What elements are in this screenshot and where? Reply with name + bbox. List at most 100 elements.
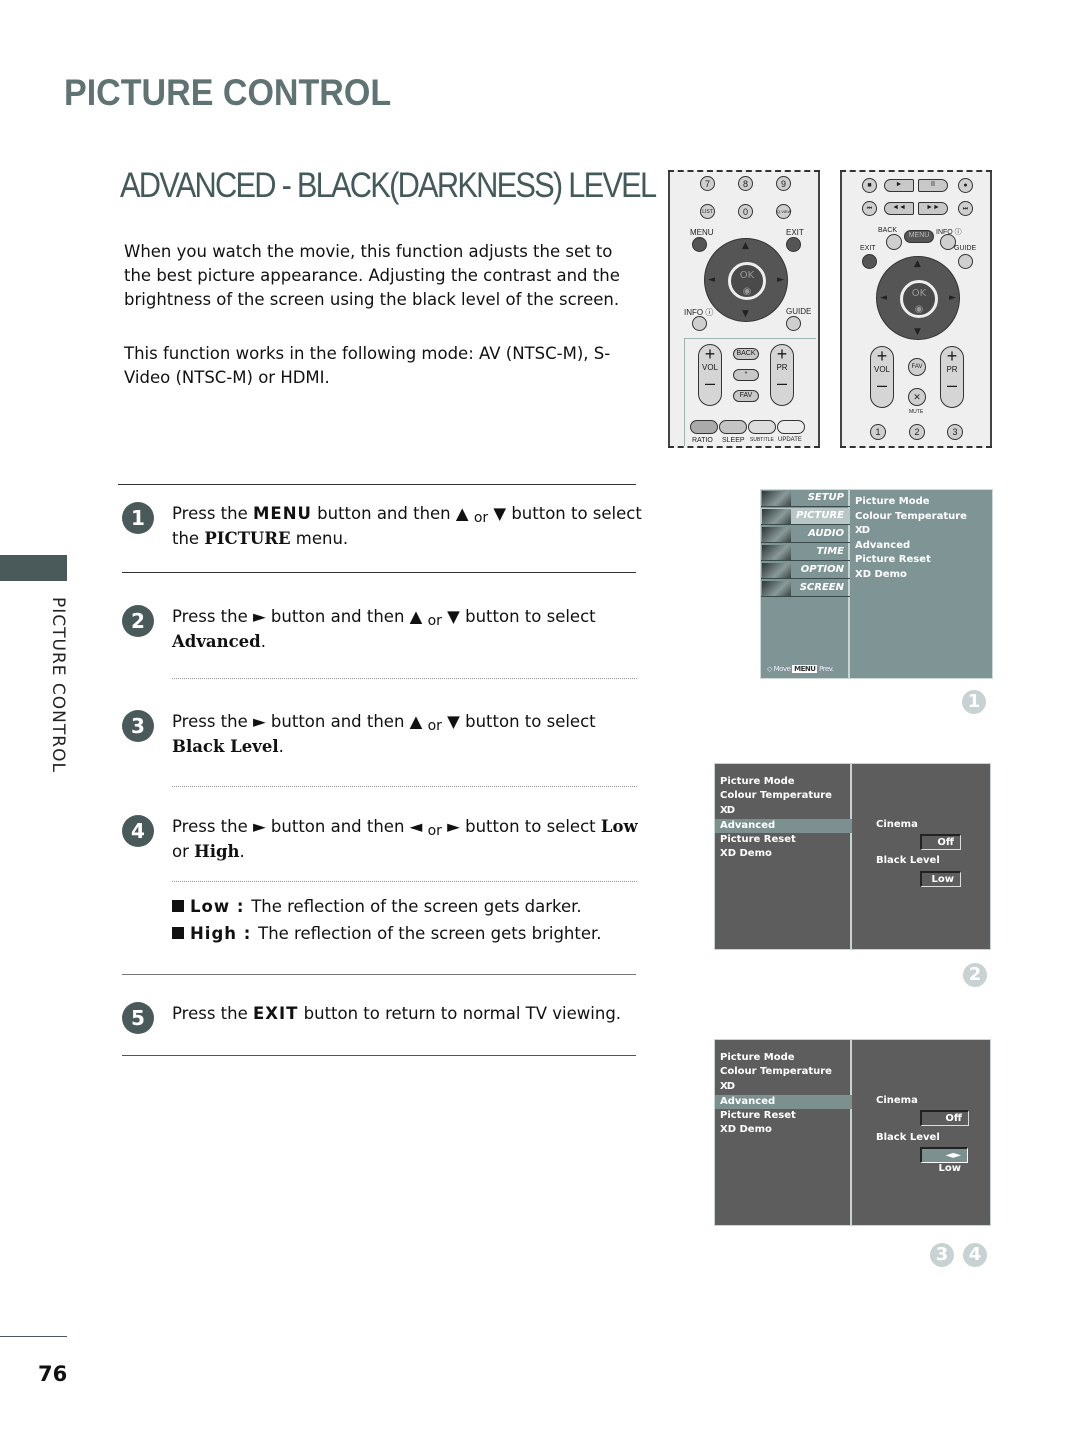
section-title: PICTURE CONTROL — [64, 72, 392, 113]
osd-menu-item-option[interactable]: OPTION — [761, 562, 850, 579]
submenu-item[interactable]: Advanced — [855, 539, 967, 554]
screen-thumbnail-icon — [762, 581, 791, 596]
exit-label: EXIT — [786, 228, 804, 237]
option-thumbnail-icon — [762, 563, 791, 578]
submenu-item-selected[interactable]: Advanced — [715, 1095, 852, 1109]
page-number: 76 — [38, 1362, 68, 1386]
xd-logo-item[interactable]: XD — [855, 524, 967, 539]
submenu-item[interactable]: Colour Temperature — [715, 789, 852, 803]
osd-menu-item-screen[interactable]: SCREEN — [761, 580, 850, 597]
option-list: Low : The reflection of the screen gets … — [172, 893, 602, 947]
fast-forward-button: ►► — [918, 202, 948, 215]
button-list: LIST — [700, 204, 715, 219]
divider — [122, 974, 636, 975]
osd-black-level-adjust: Picture Mode Colour Temperature XD Advan… — [714, 1039, 991, 1226]
blue-button — [777, 420, 805, 434]
step-text: Press the ► button and then ▲ or ▼ butto… — [172, 712, 596, 756]
submenu-item[interactable]: Colour Temperature — [715, 1065, 852, 1079]
page-title: ADVANCED - BLACK(DARKNESS) LEVEL — [120, 166, 657, 205]
step-text: Press the EXIT button to return to norma… — [172, 1004, 622, 1023]
divider — [122, 572, 636, 573]
stop-button: ■ — [862, 178, 877, 193]
option-high: High : The reflection of the screen gets… — [172, 920, 602, 947]
step-number: 3 — [122, 710, 154, 742]
xd-logo-item[interactable]: XD — [715, 804, 852, 818]
time-thumbnail-icon — [762, 545, 791, 560]
pause-button: II — [918, 179, 948, 192]
update-label: UPDATE — [778, 437, 802, 443]
osd-advanced-menu: Picture Mode Colour Temperature XD Advan… — [714, 763, 991, 950]
key-exit: EXIT — [253, 1004, 299, 1023]
side-tab-label: PICTURE CONTROL — [48, 597, 68, 773]
arrow-right-icon: ► — [949, 293, 956, 303]
cinema-label: Cinema — [876, 1095, 918, 1106]
volume-rocker: + VOL – — [870, 346, 894, 408]
xd-logo-item[interactable]: XD — [715, 1080, 852, 1094]
osd-submenu-column: Picture Mode Colour Temperature XD Advan… — [715, 1040, 852, 1225]
black-level-value[interactable]: Low — [920, 871, 961, 887]
subtitle-label: SUBTITLE — [750, 437, 774, 443]
arrow-up-icon: ▲ — [914, 259, 921, 269]
mute-icon: ✕ — [908, 388, 926, 406]
submenu-item[interactable]: Picture Mode — [855, 495, 967, 510]
cinema-value[interactable]: Off — [920, 1110, 969, 1126]
arrow-left-icon: ◄ — [708, 275, 715, 285]
mute-label: MUTE — [909, 409, 924, 415]
submenu-item[interactable]: Picture Reset — [715, 1109, 852, 1123]
cinema-label: Cinema — [876, 819, 918, 830]
green-button — [719, 420, 747, 434]
ratio-label: RATIO — [692, 437, 713, 444]
black-level-label: Black Level — [876, 855, 940, 866]
osd-menu-item-picture[interactable]: PICTURE — [761, 508, 850, 525]
setup-thumbnail-icon — [762, 491, 791, 506]
info-button — [692, 316, 707, 331]
submenu-item[interactable]: XD Demo — [715, 1123, 852, 1137]
osd-hint: ◇ Move MENU Prev. — [767, 665, 834, 673]
submenu-item[interactable]: XD Demo — [855, 568, 967, 583]
submenu-item[interactable]: Picture Mode — [715, 1051, 852, 1065]
button-8: 8 — [738, 176, 753, 191]
osd-main-menu: SETUP PICTURE AUDIO TIME OPTION SCREEN ◇… — [760, 489, 993, 679]
figure-marker-1: 1 — [962, 690, 986, 714]
osd-submenu-column: Picture Mode Colour Temperature XD Advan… — [715, 764, 852, 949]
step-text: Press the ► button and then ◄ or ► butto… — [172, 817, 638, 861]
osd-menu-item-audio[interactable]: AUDIO — [761, 526, 850, 543]
figure-marker-2: 2 — [963, 963, 987, 987]
audio-thumbnail-icon — [762, 527, 791, 542]
dpad: ▲ ▼ ◄ ► OK ◉ — [876, 256, 960, 340]
key-menu: MENU — [253, 504, 312, 523]
osd-menu-item-setup[interactable]: SETUP — [761, 490, 850, 507]
guide-label: GUIDE — [786, 307, 812, 316]
black-level-value-active[interactable]: ◄► Low — [920, 1147, 968, 1174]
arrow-left-icon: ◄ — [880, 293, 887, 303]
skip-back-button: ⏮ — [862, 201, 877, 216]
bullet-icon — [172, 927, 184, 939]
submenu-item[interactable]: Picture Mode — [715, 775, 852, 789]
button-0: 0 — [738, 204, 753, 219]
submenu-item[interactable]: Picture Reset — [855, 553, 967, 568]
mode-note: This function works in the following mod… — [124, 344, 611, 387]
osd-submenu: Picture Mode Colour Temperature XD Advan… — [855, 495, 967, 582]
submenu-item[interactable]: Picture Reset — [715, 833, 852, 847]
footer-rule — [0, 1336, 67, 1337]
submenu-item[interactable]: Colour Temperature — [855, 510, 967, 525]
divider-dotted — [172, 678, 637, 679]
yellow-button — [748, 420, 776, 434]
figure-marker-4: 4 — [963, 1243, 987, 1267]
osd-menu-item-time[interactable]: TIME — [761, 544, 850, 561]
arrow-down-icon: ▼ — [742, 309, 749, 319]
cinema-value[interactable]: Off — [920, 834, 961, 850]
menu-button: MENU — [904, 230, 934, 243]
sleep-label: SLEEP — [722, 437, 745, 444]
submenu-item[interactable]: XD Demo — [715, 847, 852, 861]
divider-dotted — [172, 786, 637, 787]
submenu-item-selected[interactable]: Advanced — [715, 819, 852, 833]
exit-label: EXIT — [860, 245, 876, 252]
back-button — [886, 234, 902, 250]
remote-control-illustration-2: ■ ► II ● ⏮ ◄◄ ►► ⏭ BACK MENU INFO ⓘ EXIT… — [840, 170, 992, 448]
button-2: 2 — [909, 424, 925, 440]
divider — [118, 484, 636, 485]
osd-menu-column: SETUP PICTURE AUDIO TIME OPTION SCREEN ◇… — [761, 490, 850, 678]
button-3: 3 — [947, 424, 963, 440]
arrow-up-icon: ▲ — [742, 241, 749, 251]
